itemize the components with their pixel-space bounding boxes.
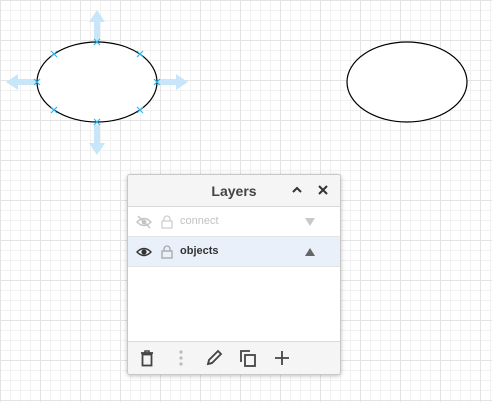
ellipse-shape-selected[interactable]	[36, 41, 158, 123]
edit-layer-button[interactable]	[204, 348, 224, 368]
lock-toggle[interactable]	[159, 214, 175, 230]
arrow-down-icon	[305, 218, 315, 226]
move-layer-up-button[interactable]	[303, 245, 317, 259]
arrow-down-icon[interactable]	[89, 125, 105, 155]
layer-name: objects	[180, 245, 219, 257]
panel-header[interactable]: Layers	[128, 175, 340, 207]
lock-open-icon	[161, 245, 173, 259]
pencil-icon	[206, 349, 223, 366]
add-layer-button[interactable]	[272, 348, 292, 368]
delete-layer-button[interactable]	[137, 348, 157, 368]
close-icon	[318, 185, 328, 195]
visibility-toggle[interactable]	[136, 244, 152, 260]
layer-row-connect[interactable]: connect	[128, 207, 340, 237]
arrow-left-icon[interactable]	[6, 74, 36, 90]
more-vert-icon	[179, 350, 183, 366]
trash-icon	[141, 350, 153, 367]
copy-icon	[240, 350, 256, 367]
more-options-button[interactable]	[171, 348, 191, 368]
lock-open-icon	[161, 215, 173, 229]
lock-toggle[interactable]	[159, 244, 175, 260]
arrow-up-icon[interactable]	[89, 10, 105, 40]
close-button[interactable]	[314, 181, 332, 199]
visibility-toggle[interactable]	[136, 214, 152, 230]
panel-footer	[128, 341, 340, 374]
eye-off-icon	[136, 215, 152, 229]
chevron-up-icon	[292, 186, 302, 193]
plus-icon	[275, 351, 289, 365]
panel-title: Layers	[211, 183, 257, 199]
duplicate-layer-button[interactable]	[238, 348, 258, 368]
layers-list-empty-area	[128, 267, 340, 343]
layer-row-objects[interactable]: objects	[128, 237, 340, 267]
arrow-up-icon	[305, 248, 315, 256]
collapse-button[interactable]	[288, 181, 306, 199]
arrow-right-icon[interactable]	[158, 74, 188, 90]
move-layer-down-button[interactable]	[303, 215, 317, 229]
eye-icon	[136, 247, 152, 257]
ellipse-shape[interactable]	[346, 41, 468, 123]
layer-name: connect	[180, 215, 219, 227]
layers-panel: Layers connect objects	[127, 174, 341, 375]
